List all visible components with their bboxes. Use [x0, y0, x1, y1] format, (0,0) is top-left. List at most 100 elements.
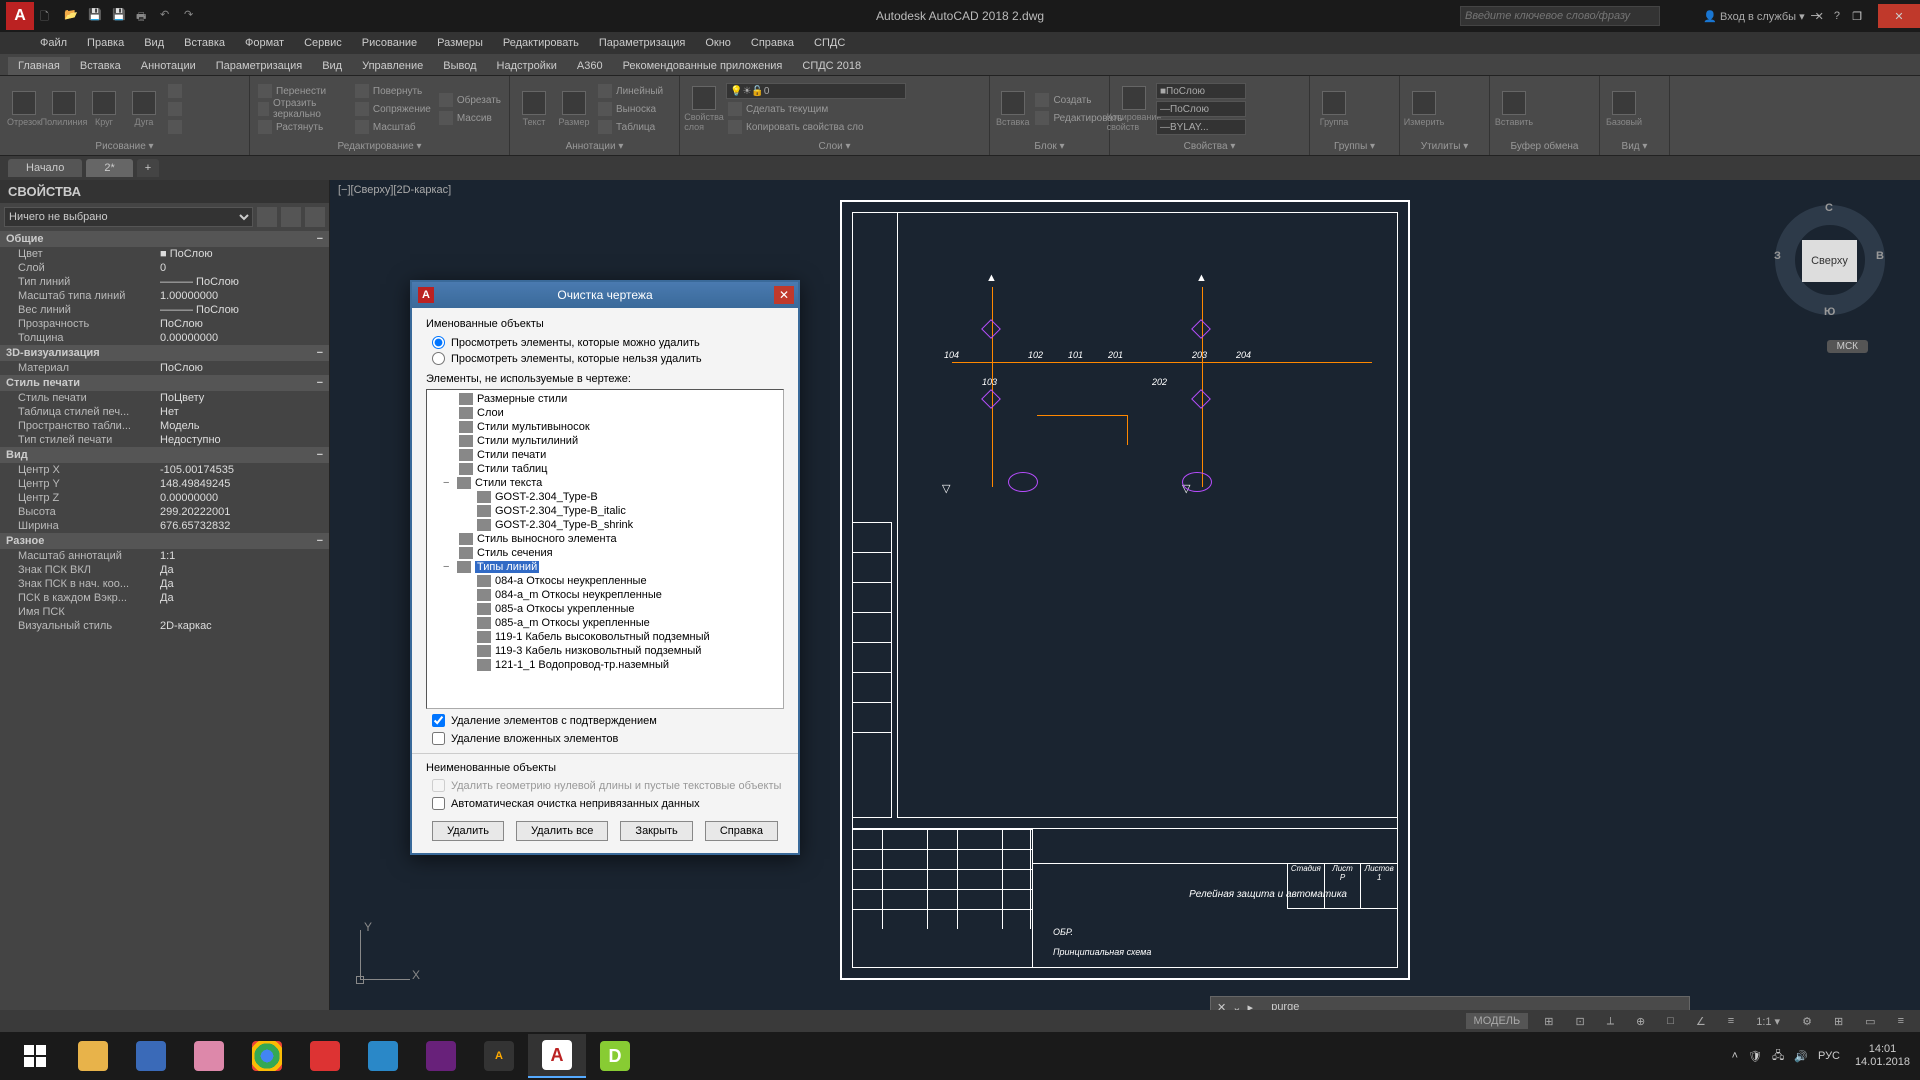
dialog-close-button[interactable]: ✕	[774, 286, 794, 304]
draw-more-3[interactable]	[166, 119, 184, 135]
prop-row[interactable]: Тип линий——— ПоСлою	[0, 275, 329, 289]
line-button[interactable]: Отрезок	[6, 83, 42, 135]
move-button[interactable]: Перенести	[256, 83, 349, 99]
panel-label[interactable]: Утилиты ▾	[1406, 140, 1483, 153]
prop-row[interactable]: ПрозрачностьПоСлою	[0, 317, 329, 331]
rotate-button[interactable]: Повернуть	[353, 83, 433, 99]
redo-icon[interactable]: ↷	[184, 8, 200, 24]
tree-node[interactable]: 119-3 Кабель низковольтный подземный	[429, 644, 781, 658]
tab-featured[interactable]: Рекомендованные приложения	[613, 57, 793, 75]
viewcube-w[interactable]: З	[1774, 250, 1781, 262]
tree-node[interactable]: Стили печати	[429, 448, 781, 462]
prop-row[interactable]: Ширина676.65732832	[0, 519, 329, 533]
match-layer-button[interactable]: Копировать свойства сло	[726, 119, 926, 135]
group-misc[interactable]: Разное−	[0, 533, 329, 549]
autocad-alt-icon[interactable]: A	[470, 1034, 528, 1078]
tree-node[interactable]: Стили мультивыносок	[429, 420, 781, 434]
scale-button[interactable]: Масштаб	[353, 119, 433, 135]
maximize-button[interactable]: ❐	[1836, 4, 1878, 28]
gear-icon[interactable]: ⚙	[1796, 1015, 1818, 1028]
chrome-icon[interactable]	[238, 1034, 296, 1078]
paste-button[interactable]: Вставить	[1496, 83, 1532, 135]
tab-output[interactable]: Вывод	[433, 57, 486, 75]
linear-dim-button[interactable]: Линейный	[596, 83, 665, 99]
color-combo[interactable]: ■ ПоСлою	[1156, 83, 1246, 99]
panel-label[interactable]: Вид ▾	[1606, 140, 1663, 153]
menu-window[interactable]: Окно	[697, 35, 739, 51]
tree-node[interactable]: GOST-2.304_Type-B_italic	[429, 504, 781, 518]
undo-icon[interactable]: ↶	[160, 8, 176, 24]
save-disk-icon[interactable]	[122, 1034, 180, 1078]
panel-label[interactable]: Аннотации ▾	[516, 140, 673, 153]
lweight-icon[interactable]: ≡	[1722, 1015, 1740, 1027]
close-button[interactable]: ✕	[1878, 4, 1920, 28]
polar-icon[interactable]: ⊕	[1630, 1015, 1651, 1028]
group-view[interactable]: Вид−	[0, 447, 329, 463]
prop-row[interactable]: Слой0	[0, 261, 329, 275]
menu-file[interactable]: Файл	[32, 35, 75, 51]
tab-dwg[interactable]: 2*	[86, 159, 132, 177]
menu-spds[interactable]: СПДС	[806, 35, 853, 51]
prop-row[interactable]: Имя ПСК	[0, 605, 329, 619]
anno-scale-button[interactable]: 1:1 ▾	[1750, 1015, 1786, 1028]
prop-row[interactable]: Таблица стилей печ...Нет	[0, 405, 329, 419]
autocad-task-icon[interactable]: A	[528, 1034, 586, 1078]
matchprop-button[interactable]: Копирование свойств	[1116, 83, 1152, 135]
prop-row[interactable]: Центр X-105.00174535	[0, 463, 329, 477]
saveas-icon[interactable]: 💾	[112, 8, 128, 24]
menu-edit[interactable]: Правка	[79, 35, 132, 51]
app-d-icon[interactable]: D	[586, 1034, 644, 1078]
panel-label[interactable]: Слои ▾	[686, 140, 983, 153]
array-button[interactable]: Массив	[437, 110, 503, 126]
radio-purgeable[interactable]: Просмотреть элементы, которые можно удал…	[432, 336, 784, 349]
menu-format[interactable]: Формат	[237, 35, 292, 51]
tab-anno[interactable]: Аннотации	[131, 57, 206, 75]
panel-label[interactable]: Рисование ▾	[6, 140, 243, 153]
tree-node[interactable]: Стиль выносного элемента	[429, 532, 781, 546]
circle-button[interactable]: Круг	[86, 83, 122, 135]
tray-chevron-icon[interactable]: ˄	[1732, 1050, 1738, 1062]
prop-row[interactable]: Центр Y148.49849245	[0, 477, 329, 491]
tree-node[interactable]: 084-a_m Откосы неукрепленные	[429, 588, 781, 602]
prop-row[interactable]: Центр Z0.00000000	[0, 491, 329, 505]
customize-icon[interactable]: ≡	[1892, 1015, 1910, 1027]
chk-confirm[interactable]: Удаление элементов с подтверждением	[432, 714, 784, 727]
menu-dim[interactable]: Размеры	[429, 35, 491, 51]
panel-label[interactable]: Блок ▾	[996, 140, 1103, 153]
viewport-label[interactable]: [−][Сверху][2D-каркас]	[338, 184, 451, 196]
tab-a360[interactable]: A360	[567, 57, 613, 75]
search-input[interactable]	[1460, 6, 1660, 26]
prop-row[interactable]: Знак ПСК ВКЛДа	[0, 563, 329, 577]
ortho-icon[interactable]: ⟂	[1601, 1015, 1620, 1028]
tab-start[interactable]: Начало	[8, 159, 82, 177]
polyline-button[interactable]: Полилиния	[46, 83, 82, 135]
insert-button[interactable]: Вставка	[996, 83, 1029, 135]
viewcube-s[interactable]: Ю	[1824, 306, 1835, 318]
menu-param[interactable]: Параметризация	[591, 35, 693, 51]
tree-node[interactable]: Слои	[429, 406, 781, 420]
minimize-button[interactable]: ─	[1794, 4, 1836, 28]
maximize-vp-icon[interactable]: ▭	[1859, 1015, 1881, 1028]
system-tray[interactable]: ˄ 🛡 🖧 🔊 РУС	[1732, 1047, 1840, 1066]
table-button[interactable]: Таблица	[596, 119, 665, 135]
viewcube-e[interactable]: В	[1876, 250, 1884, 262]
revo-icon[interactable]	[354, 1034, 412, 1078]
tray-shield-icon[interactable]: 🛡	[1748, 1050, 1762, 1063]
open-icon[interactable]: 📂	[64, 8, 80, 24]
tab-param[interactable]: Параметризация	[206, 57, 312, 75]
prop-row[interactable]: Вес линий——— ПоСлою	[0, 303, 329, 317]
dialog-titlebar[interactable]: A Очистка чертежа ✕	[412, 282, 798, 308]
otrack-icon[interactable]: ∠	[1690, 1015, 1712, 1028]
plot-icon[interactable]: 🖶	[136, 8, 152, 24]
lweight-combo[interactable]: — ПоСлою	[1156, 101, 1246, 117]
snap-icon[interactable]: ⊡	[1569, 1015, 1590, 1028]
tab-home[interactable]: Главная	[8, 57, 70, 75]
paint-icon[interactable]	[180, 1034, 238, 1078]
tab-view[interactable]: Вид	[312, 57, 352, 75]
purge-tree[interactable]: Размерные стилиСлоиСтили мультивыносокСт…	[426, 389, 784, 709]
tree-node[interactable]: GOST-2.304_Type-B_shrink	[429, 518, 781, 532]
tree-node[interactable]: Стили таблиц	[429, 462, 781, 476]
prop-row[interactable]: МатериалПоСлою	[0, 361, 329, 375]
select-objects-icon[interactable]	[281, 207, 301, 227]
tree-node[interactable]: GOST-2.304_Type-B	[429, 490, 781, 504]
